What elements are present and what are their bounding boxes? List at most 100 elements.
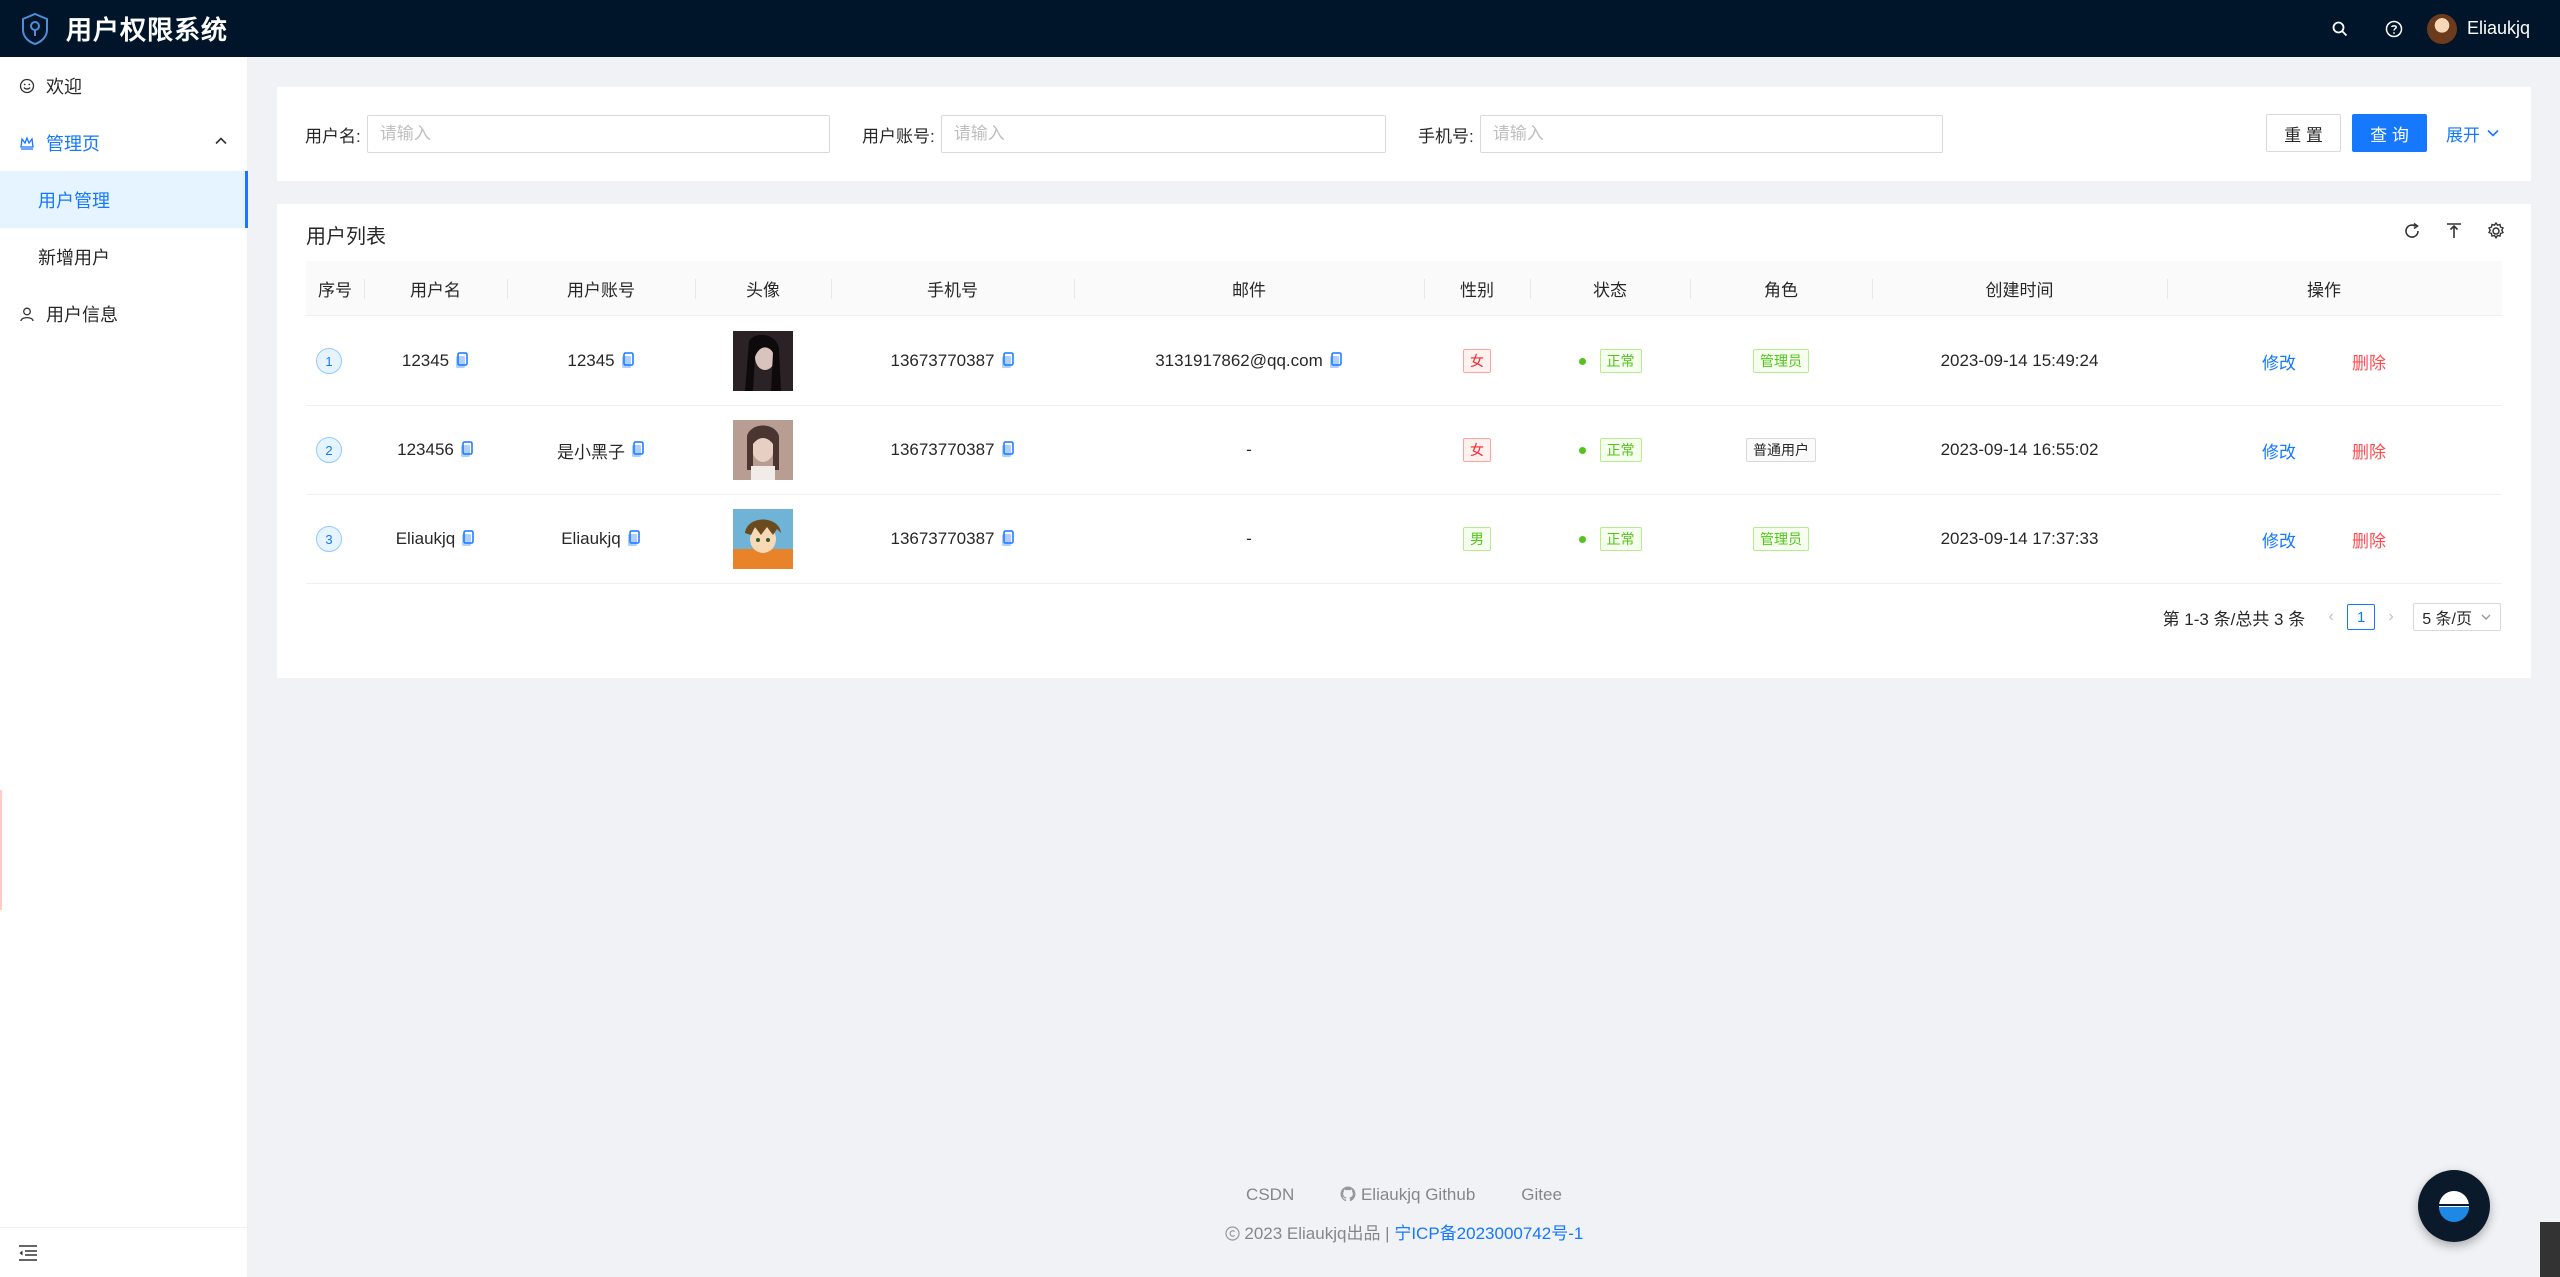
- copy-icon[interactable]: [621, 352, 635, 370]
- column-header: 用户账号: [567, 281, 635, 300]
- table-row: 1 12345 12345 13673770387 3131917862@qq.…: [306, 317, 2502, 406]
- prev-page-icon[interactable]: ‹: [2321, 608, 2341, 626]
- crown-icon: [18, 134, 36, 152]
- user-name: Eliaukjq: [2466, 18, 2530, 38]
- edit-link[interactable]: 修改: [2262, 438, 2296, 463]
- user-avatar-image[interactable]: [733, 420, 793, 480]
- icp-link[interactable]: 宁ICP备2023000742号-1: [1394, 1224, 1583, 1243]
- copyright: 2023 Eliaukjq出品 | 宁ICP备2023000742号-1: [248, 1219, 2560, 1244]
- user-avatar-image[interactable]: [733, 331, 793, 391]
- username-cell: Eliaukjq: [395, 529, 456, 548]
- copy-icon[interactable]: [1001, 441, 1015, 459]
- sidebar-item-label: 用户信息: [46, 304, 118, 325]
- email-cell: -: [1246, 440, 1252, 459]
- scroll-edge: [2540, 1222, 2560, 1277]
- copy-icon[interactable]: [1329, 352, 1343, 370]
- help-icon[interactable]: [2367, 0, 2421, 57]
- copy-icon[interactable]: [1001, 530, 1015, 548]
- footer-link-github[interactable]: Eliaukjq Github: [1340, 1185, 1475, 1205]
- copy-icon[interactable]: [627, 530, 641, 548]
- row-index: 1: [316, 348, 342, 374]
- column-header: 头像: [746, 281, 780, 300]
- query-button[interactable]: 查 询: [2352, 114, 2427, 152]
- sidebar-item-welcome[interactable]: 欢迎: [0, 57, 248, 114]
- email-cell: 3131917862@qq.com: [1155, 351, 1323, 370]
- gender-tag: 女: [1463, 438, 1491, 462]
- floating-action-button[interactable]: [2418, 1170, 2490, 1242]
- copy-icon[interactable]: [455, 352, 469, 370]
- sidebar-item-label: 新增用户: [38, 247, 110, 268]
- footer-link-label: Eliaukjq Github: [1360, 1185, 1476, 1204]
- sidebar-item-label: 管理页: [46, 133, 100, 154]
- delete-link[interactable]: 删除: [2352, 349, 2386, 374]
- copy-icon[interactable]: [1001, 352, 1015, 370]
- menu-fold-icon: [19, 1244, 37, 1261]
- account-cell: 12345: [567, 351, 615, 370]
- column-header: 邮件: [1232, 281, 1266, 300]
- table-row: 2 123456 是小黑子 13673770387 - 女 正常 普通用户 20…: [306, 406, 2502, 495]
- created-time-cell: 2023-09-14 17:37:33: [1940, 529, 2099, 548]
- page-size-label: 5 条/页: [2422, 611, 2472, 628]
- delete-link[interactable]: 删除: [2352, 438, 2386, 463]
- delete-link[interactable]: 删除: [2352, 527, 2386, 552]
- status-dot: [1578, 446, 1586, 454]
- edit-link[interactable]: 修改: [2262, 349, 2296, 374]
- footer-link-gitee[interactable]: Gitee: [1521, 1185, 1562, 1205]
- status-dot: [1578, 357, 1586, 365]
- username-label: 用户名:: [305, 126, 361, 146]
- user-menu[interactable]: Eliaukjq: [2426, 13, 2530, 44]
- created-time-cell: 2023-09-14 15:49:24: [1940, 351, 2099, 370]
- copy-icon[interactable]: [460, 441, 474, 459]
- copy-icon[interactable]: [461, 530, 475, 548]
- footer-link-csdn[interactable]: CSDN: [1246, 1185, 1294, 1205]
- logo[interactable]: 用户权限系统: [20, 10, 228, 47]
- pagination-total: 第 1-3 条/总共 3 条: [2162, 609, 2306, 629]
- sidebar-item-user-info[interactable]: 用户信息: [0, 285, 248, 342]
- status-badge: 正常: [1599, 527, 1642, 551]
- next-page-icon[interactable]: ›: [2381, 608, 2401, 626]
- phone-cell: 13673770387: [890, 440, 995, 459]
- sidebar-item-add-user[interactable]: 新增用户: [0, 228, 248, 285]
- column-height-icon[interactable]: [2443, 220, 2465, 242]
- column-header: 用户名: [410, 281, 461, 300]
- page-size-select[interactable]: 5 条/页: [2413, 603, 2501, 631]
- account-input[interactable]: [940, 115, 1386, 153]
- column-header: 序号: [318, 281, 352, 300]
- pagination: 第 1-3 条/总共 3 条 ‹ 1 › 5 条/页: [2163, 602, 2501, 632]
- gender-tag: 男: [1463, 527, 1491, 551]
- role-tag: 管理员: [1753, 349, 1809, 373]
- chevron-up-icon: [215, 137, 227, 145]
- status-badge: 正常: [1599, 438, 1642, 462]
- reload-icon[interactable]: [2401, 220, 2423, 242]
- column-header: 状态: [1593, 281, 1627, 300]
- row-index: 2: [316, 437, 342, 463]
- bubble-icon: [2439, 1191, 2469, 1222]
- setting-icon[interactable]: [2485, 220, 2507, 242]
- username-cell: 123456: [397, 440, 454, 459]
- reset-button[interactable]: 重 置: [2266, 114, 2341, 152]
- copyright-icon: [1225, 1226, 1240, 1241]
- username-field: 用户名:: [305, 114, 830, 154]
- chevron-down-icon: [2481, 614, 2491, 620]
- collapse-sidebar-button[interactable]: [0, 1227, 248, 1277]
- phone-input[interactable]: [1479, 115, 1943, 153]
- column-header: 手机号: [927, 281, 978, 300]
- username-input[interactable]: [366, 115, 830, 153]
- phone-field: 手机号:: [1418, 114, 1943, 154]
- search-icon[interactable]: [2313, 0, 2367, 57]
- column-header: 创建时间: [1985, 281, 2054, 300]
- copy-icon[interactable]: [631, 441, 645, 459]
- sidebar-item-admin[interactable]: 管理页: [0, 114, 248, 171]
- edge-accent: [0, 790, 2, 910]
- expand-button[interactable]: 展开: [2441, 114, 2505, 152]
- phone-label: 手机号:: [1418, 126, 1474, 146]
- sidebar-item-user-management[interactable]: 用户管理: [0, 171, 248, 228]
- status-dot: [1578, 535, 1586, 543]
- email-cell: -: [1246, 529, 1252, 548]
- edit-link[interactable]: 修改: [2262, 527, 2296, 552]
- page-number[interactable]: 1: [2347, 604, 2376, 630]
- user-avatar-image[interactable]: [733, 509, 793, 569]
- table-header: 序号 用户名 用户账号 头像 手机号 邮件 性别 状态 角色 创建时间 操作: [306, 261, 2502, 316]
- table-title: 用户列表: [306, 226, 386, 248]
- sidebar: 欢迎 管理页 用户管理 新增用户 用户信息: [0, 57, 248, 1277]
